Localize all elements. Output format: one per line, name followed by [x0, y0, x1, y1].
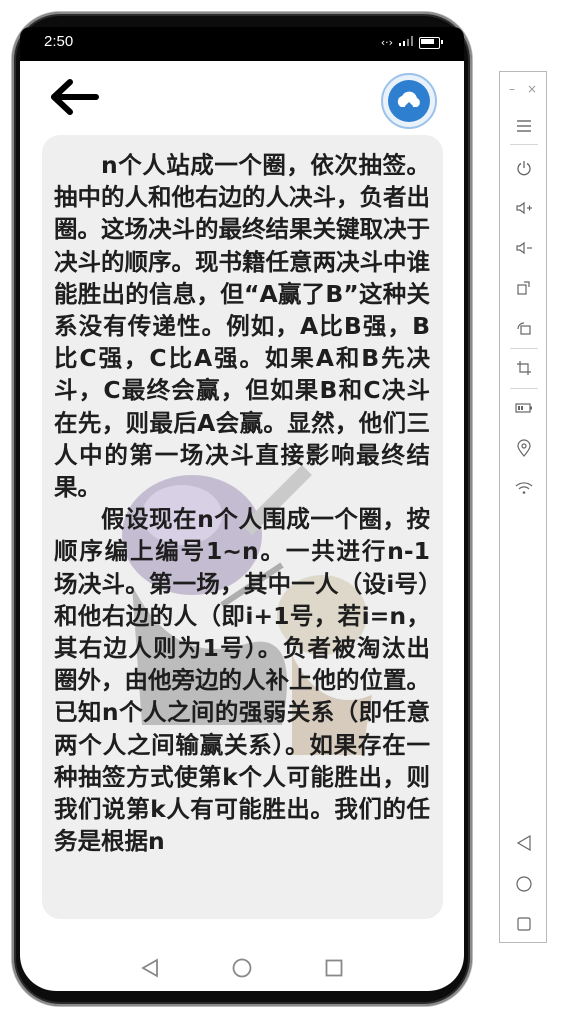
- toolbar-divider: [510, 144, 538, 145]
- article-paragraph: 假设现在n个人围成一个圈，按顺序编上编号1~n。一共进行n-1场决斗。第一场，其…: [54, 505, 430, 856]
- arrow-left-icon: [51, 79, 99, 115]
- status-time: 2:50: [44, 33, 74, 50]
- volume-down-icon: [516, 241, 532, 255]
- emulator-toolbar: – ×: [499, 71, 547, 943]
- emu-volume-up-button[interactable]: [512, 196, 536, 220]
- content-card: n个人站成一个圈，依次抽签。抽中的人和他右边的人决斗，负者出圈。这场决斗的最终结…: [42, 135, 443, 919]
- status-icons: ‹·›: [380, 36, 443, 49]
- battery-icon: [419, 36, 443, 49]
- emu-rotate-screen-button[interactable]: [512, 316, 536, 340]
- signal-icon: [399, 36, 413, 49]
- app-logo[interactable]: [381, 73, 437, 129]
- emu-home-button[interactable]: [512, 872, 536, 896]
- toolbar-divider: [510, 388, 538, 389]
- battery-icon: [515, 403, 532, 413]
- emu-location-button[interactable]: [512, 436, 536, 460]
- emu-crop-button[interactable]: [512, 356, 536, 380]
- emu-menu-button[interactable]: [512, 114, 536, 138]
- data-transfer-icon: ‹·›: [380, 36, 393, 49]
- back-icon: [517, 835, 531, 851]
- emu-back-button[interactable]: [512, 831, 536, 855]
- nav-recents-button[interactable]: [323, 957, 345, 979]
- nav-recents-icon: [325, 959, 343, 977]
- toolbar-divider: [510, 348, 538, 349]
- close-button[interactable]: ×: [527, 82, 537, 96]
- emulator-window-controls: – ×: [500, 72, 546, 106]
- status-bar: 2:50 ‹·›: [20, 27, 464, 61]
- back-button[interactable]: [48, 77, 100, 117]
- home-icon: [516, 876, 532, 892]
- nav-back-button[interactable]: [139, 957, 161, 979]
- article-text: n个人站成一个圈，依次抽签。抽中的人和他右边的人决斗，负者出圈。这场决斗的最终结…: [54, 149, 430, 905]
- recents-icon: [517, 917, 531, 931]
- rotate-screen-icon: [517, 322, 531, 335]
- location-icon: [517, 439, 531, 457]
- emu-power-button[interactable]: [512, 156, 536, 180]
- volume-up-icon: [516, 201, 532, 215]
- nav-back-icon: [141, 958, 158, 978]
- article-paragraph: n个人站成一个圈，依次抽签。抽中的人和他右边的人决斗，负者出圈。这场决斗的最终结…: [54, 151, 430, 502]
- emu-battery-button[interactable]: [512, 396, 536, 420]
- emu-rotate-button[interactable]: [512, 276, 536, 300]
- phone-screen: 2:50 ‹·› n个人站成一个圈，依次抽签。抽中的人和他右边的人决斗，负者出圈…: [20, 27, 464, 991]
- emu-volume-down-button[interactable]: [512, 236, 536, 260]
- crop-icon: [517, 361, 531, 375]
- power-icon: [517, 161, 531, 176]
- wifi-icon: [515, 482, 533, 494]
- system-nav-bar: [20, 945, 464, 991]
- emu-wifi-button[interactable]: [512, 476, 536, 500]
- emu-recents-button[interactable]: [512, 912, 536, 936]
- minimize-button[interactable]: –: [509, 82, 515, 96]
- menu-icon: [517, 120, 531, 132]
- rotate-icon: [517, 281, 530, 295]
- nav-home-icon: [232, 958, 252, 978]
- cloud-house-logo-icon: [388, 80, 430, 122]
- nav-home-button[interactable]: [231, 957, 253, 979]
